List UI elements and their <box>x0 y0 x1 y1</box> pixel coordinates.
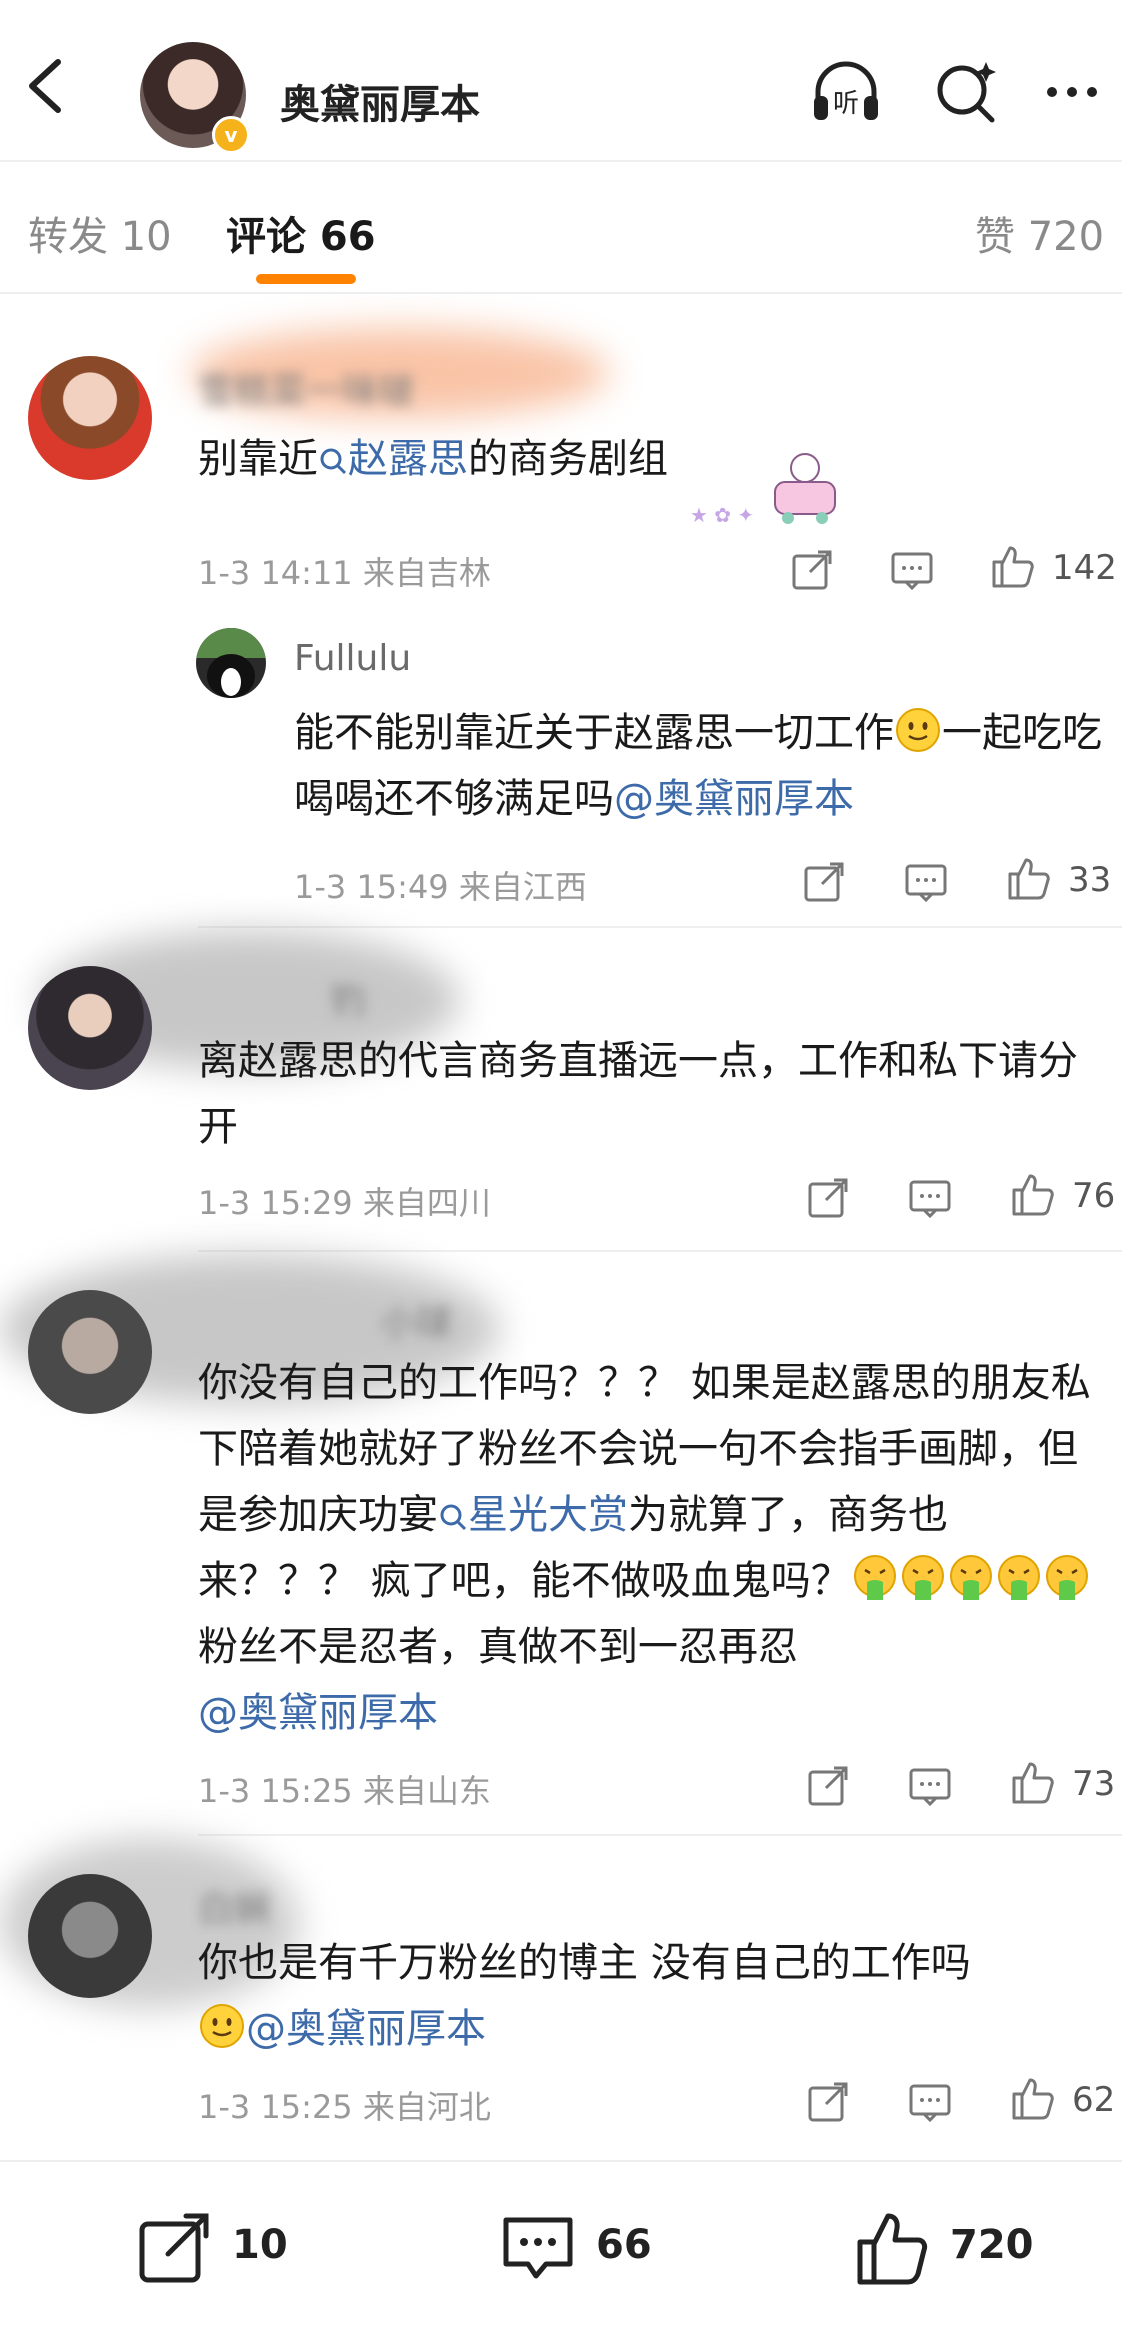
like-count: 76 <box>1072 1176 1116 1216</box>
comment-text: 你也是有千万粉丝的博主 没有自己的工作吗 @奥黛丽厚本 <box>198 1930 1106 2062</box>
tab-likes[interactable]: 赞 720 <box>975 204 1104 262</box>
page-title: 奥黛丽厚本 <box>280 82 480 128</box>
reply-comment-icon[interactable] <box>906 1762 954 1810</box>
share-icon[interactable] <box>800 858 848 906</box>
active-tab-indicator <box>256 274 356 284</box>
vomit-emoji-icon <box>901 1555 944 1600</box>
reply-comment-icon[interactable] <box>906 2078 954 2126</box>
search-sparkle-icon[interactable] <box>930 56 1002 128</box>
listen-label: 听 <box>833 89 859 119</box>
dog-avatar-icon <box>196 628 266 698</box>
commenter-name[interactable]: 小球 <box>380 1294 452 1346</box>
comment-text-part: 粉丝不是忍者，真做不到一忍再忍 <box>198 1624 798 1670</box>
like-thumb-icon <box>857 2213 928 2285</box>
topic-link-label: 赵露思 <box>348 436 468 482</box>
reply-author-name[interactable]: Fullulu <box>294 638 411 679</box>
mention-link[interactable]: @奥黛丽厚本 <box>614 776 854 822</box>
commenter-avatar[interactable] <box>28 1874 152 1998</box>
reply-comment-icon[interactable] <box>902 858 950 906</box>
vomit-emoji-icon <box>997 1555 1040 1600</box>
commenter-name[interactable]: 钓 <box>330 972 366 1024</box>
like-count: 33 <box>1068 860 1112 900</box>
comment-text-part: 的商务剧组 <box>468 436 668 482</box>
commenter-avatar[interactable] <box>28 966 152 1090</box>
reply-text: 能不能别靠近关于赵露思一切工作 一起吃吃喝喝还不够满足吗@奥黛丽厚本 <box>294 700 1102 832</box>
comment-text: 别靠近 赵露思的商务剧组 <box>198 426 1106 492</box>
like-thumb-icon[interactable] <box>1008 2074 1056 2122</box>
like-thumb-icon[interactable] <box>988 542 1036 590</box>
reply-avatar[interactable] <box>196 628 266 698</box>
comment-meta: 1-3 15:29 来自四川 <box>198 1184 491 1222</box>
comment-text: 离赵露思的代言商务直播远一点，工作和私下请分开 <box>198 1038 1078 1150</box>
mention-link[interactable]: @奥黛丽厚本 <box>246 2006 486 2052</box>
reply-comment-icon[interactable] <box>906 1174 954 1222</box>
share-icon[interactable] <box>788 546 836 594</box>
topic-link[interactable]: 赵露思 <box>318 436 468 482</box>
like-button[interactable]: 720 <box>852 2208 1072 2288</box>
top-bar: v 奥黛丽厚本 听 <box>0 0 1122 162</box>
comment-meta: 1-3 15:25 来自河北 <box>198 2088 491 2126</box>
like-thumb-icon[interactable] <box>1004 854 1052 902</box>
like-thumb-icon[interactable] <box>1008 1758 1056 1806</box>
vomit-emoji-icon <box>949 1555 992 1600</box>
commenter-name[interactable]: 白娴 <box>198 1880 270 1932</box>
tab-bar: 转发 10 评论 66 赞 720 <box>0 160 1122 294</box>
more-options-icon[interactable] <box>1040 56 1112 128</box>
share-icon[interactable] <box>804 1174 852 1222</box>
comment-bubble-icon <box>503 2217 573 2279</box>
topic-link[interactable]: 星光大赏 <box>438 1492 628 1538</box>
listen-headphones-icon[interactable]: 听 <box>810 56 882 128</box>
comment-text-part: 别靠近 <box>198 436 318 482</box>
comment-count: 66 <box>596 2222 652 2268</box>
comment-text: 你没有自己的工作吗？？？ 如果是赵露思的朋友私下陪着她就好了粉丝不会说一句不会指… <box>198 1350 1102 1746</box>
tab-comments[interactable]: 评论 66 <box>226 204 376 262</box>
smile-emoji-icon <box>896 708 940 752</box>
commenter-name[interactable]: 雪糕菜一味啵 <box>198 362 414 414</box>
commenter-avatar[interactable] <box>28 1290 152 1414</box>
comment-button[interactable]: 66 <box>498 2208 678 2288</box>
reply-meta: 1-3 15:49 来自江西 <box>294 868 587 906</box>
repost-count: 10 <box>232 2222 288 2268</box>
comment-divider <box>198 1250 1122 1252</box>
vomit-emoji-icon <box>1045 1555 1088 1600</box>
back-arrow-icon[interactable] <box>22 56 70 116</box>
svg-text:★ ✿ ✦: ★ ✿ ✦ <box>690 503 754 527</box>
bottom-action-bar: 10 66 720 <box>0 2160 1122 2341</box>
commenter-avatar[interactable] <box>28 356 152 480</box>
search-link-icon <box>440 1504 467 1531</box>
share-icon[interactable] <box>804 2078 852 2126</box>
reply-text-part: 能不能别靠近关于赵露思一切工作 <box>294 710 894 756</box>
comment-divider <box>198 926 1122 928</box>
vomit-emoji-icon <box>853 1555 896 1600</box>
verified-badge-icon: v <box>212 116 250 154</box>
tab-repost[interactable]: 转发 10 <box>28 204 172 262</box>
comment-text-part: 你也是有千万粉丝的博主 没有自己的工作吗 <box>198 1940 971 1986</box>
repost-button[interactable]: 10 <box>136 2208 316 2288</box>
like-thumb-icon[interactable] <box>1008 1170 1056 1218</box>
comment-meta: 1-3 15:25 来自山东 <box>198 1772 491 1810</box>
topic-link-label: 星光大赏 <box>468 1492 628 1538</box>
like-count: 720 <box>950 2222 1034 2268</box>
comment-divider <box>198 1834 1122 1836</box>
fan-badge-sticker-icon: ★ ✿ ✦ <box>690 453 836 527</box>
like-count: 62 <box>1072 2080 1116 2120</box>
reply-comment-icon[interactable] <box>888 546 936 594</box>
smile-emoji-icon <box>200 2004 244 2048</box>
like-count: 73 <box>1072 1764 1116 1804</box>
search-link-icon <box>320 448 347 475</box>
like-count: 142 <box>1052 548 1117 588</box>
share-icon[interactable] <box>804 1762 852 1810</box>
mention-link[interactable]: @奥黛丽厚本 <box>198 1690 438 1736</box>
repost-share-icon <box>139 2213 209 2283</box>
comment-meta: 1-3 14:11 来自吉林 <box>198 554 491 592</box>
